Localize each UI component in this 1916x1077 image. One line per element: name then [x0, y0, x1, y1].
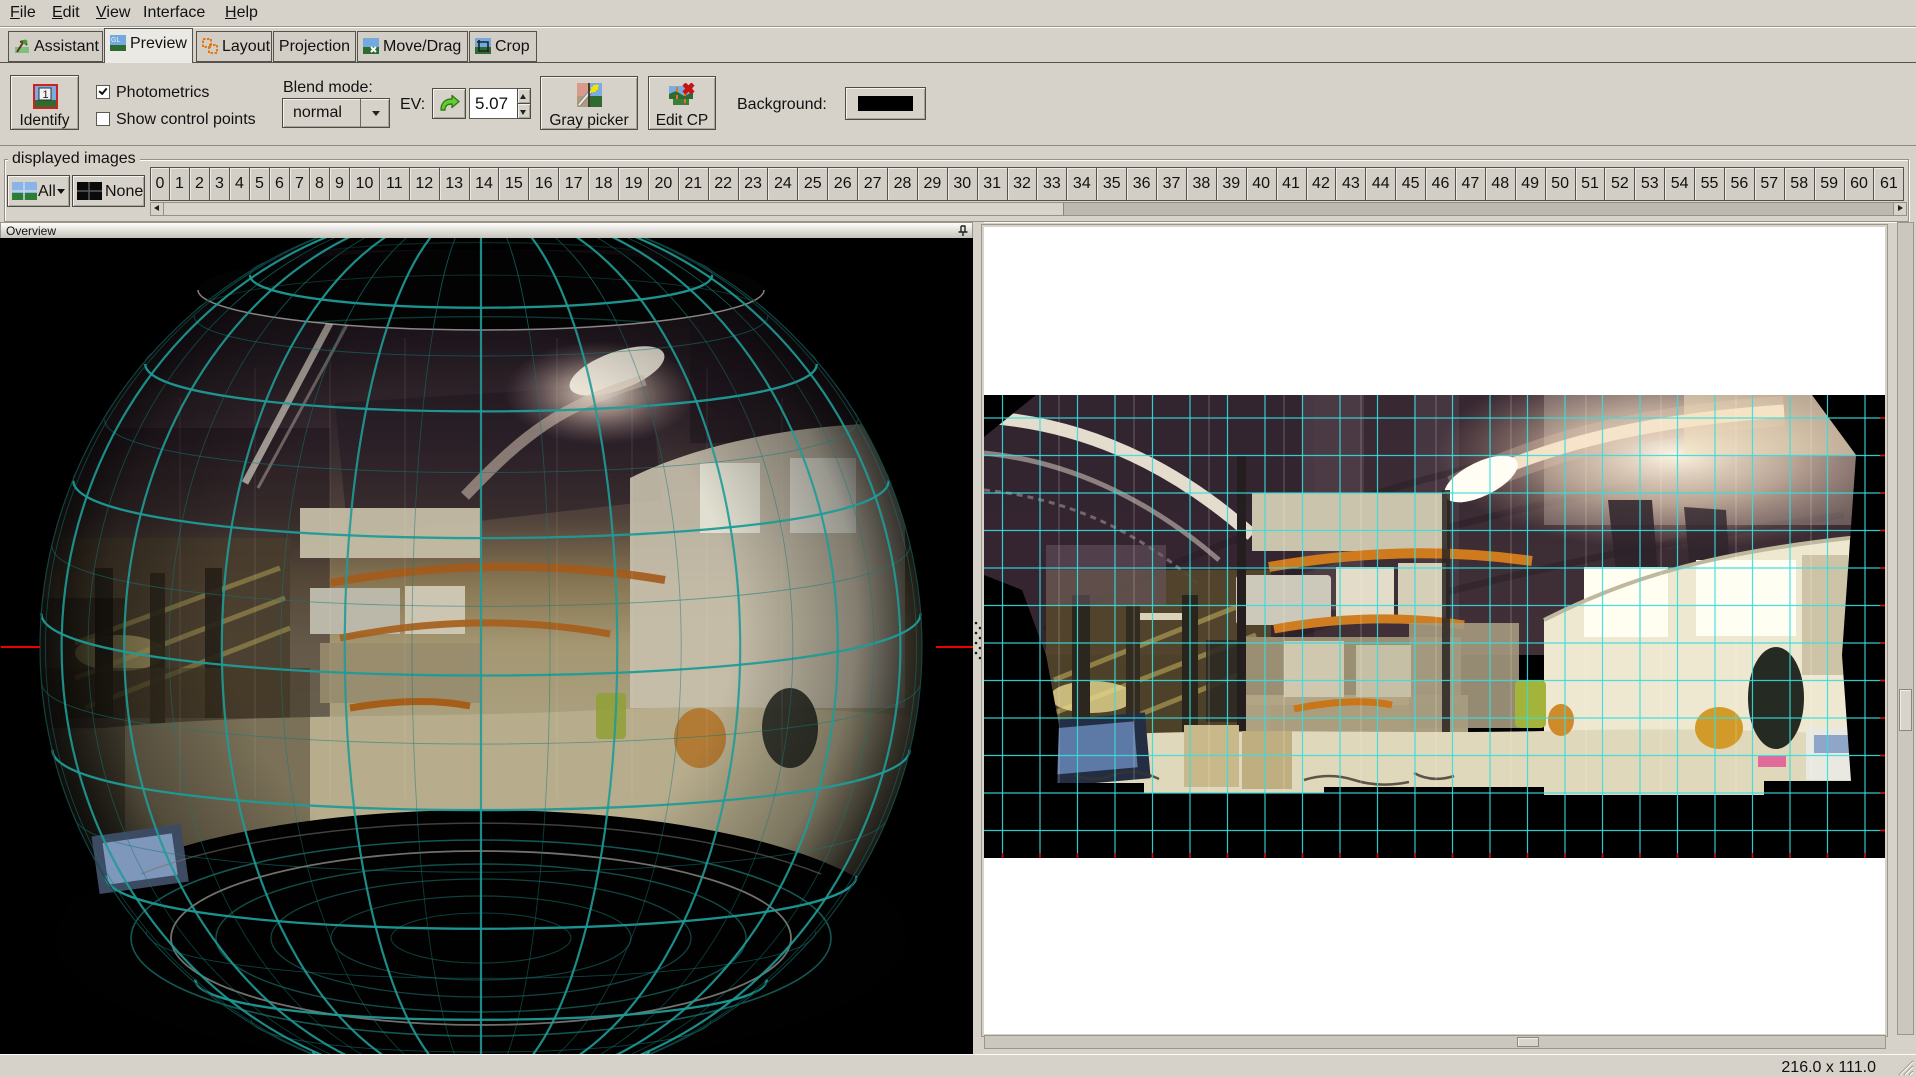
- svg-text:GL: GL: [111, 37, 120, 44]
- svg-text:1: 1: [43, 89, 49, 101]
